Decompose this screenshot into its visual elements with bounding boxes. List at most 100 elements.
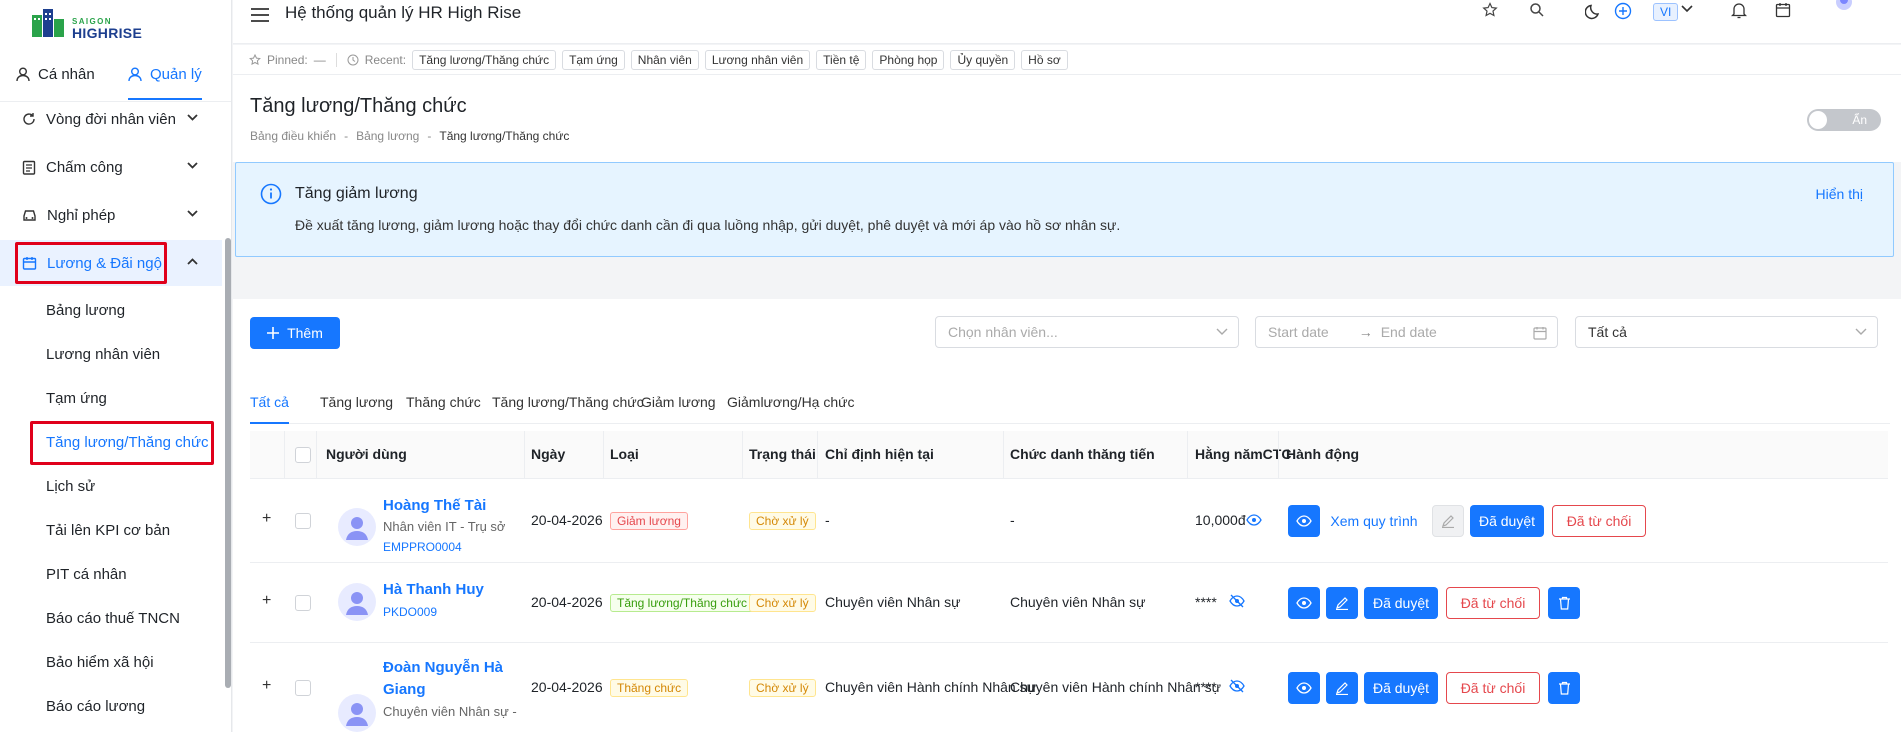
tab-raise-promotion[interactable]: Tăng lương/Thăng chức (492, 394, 644, 410)
row-checkbox[interactable] (295, 680, 311, 696)
language-select[interactable]: VI (1653, 3, 1679, 21)
date-range-picker[interactable]: Start date → End date (1255, 316, 1558, 348)
column-header[interactable]: Loại (610, 446, 639, 462)
sidebar-scrollbar[interactable] (225, 238, 231, 688)
reject-button[interactable]: Đã từ chối (1446, 672, 1540, 704)
approve-button[interactable]: Đã duyệt (1470, 505, 1544, 537)
reject-button[interactable]: Đã từ chối (1552, 505, 1646, 537)
tab-management[interactable]: Quản lý (128, 66, 202, 100)
expand-row-button[interactable]: + (262, 510, 271, 528)
star-icon[interactable] (1482, 2, 1498, 18)
recent-chip[interactable]: Hồ sơ (1021, 49, 1068, 70)
sidebar-item-employee-salary[interactable]: Lương nhân viên (46, 346, 160, 363)
sidebar-item-history[interactable]: Lịch sử (46, 478, 95, 495)
breadcrumb-item[interactable]: Bảng lương (356, 129, 419, 143)
sidebar-item-pit-report[interactable]: Báo cáo thuế TNCN (46, 610, 180, 627)
eye-icon[interactable] (1246, 514, 1262, 526)
edit-button[interactable] (1326, 672, 1358, 704)
tab-raise[interactable]: Tăng lương (320, 394, 393, 410)
status-select[interactable]: Tất cả (1575, 316, 1878, 348)
employee-code[interactable]: EMPPRO0004 (383, 540, 462, 554)
user-name-link[interactable]: Hoàng Thế Tài (383, 497, 486, 514)
employee-code[interactable]: PKDO009 (383, 605, 437, 619)
tab-personal[interactable]: Cá nhân (16, 66, 95, 83)
expand-row-button[interactable]: + (262, 677, 271, 695)
view-button[interactable] (1288, 587, 1320, 619)
current-title: - (825, 512, 830, 528)
column-header[interactable]: Chức danh thăng tiến (1010, 446, 1155, 462)
recent-chip[interactable]: Tạm ứng (562, 49, 625, 70)
reject-button[interactable]: Đã từ chối (1446, 587, 1540, 619)
user-name-link[interactable]: Giang (383, 681, 426, 698)
user-department: Nhân viên IT - Trụ sở (383, 519, 506, 534)
start-date-input[interactable]: Start date (1268, 324, 1329, 340)
eye-off-icon[interactable] (1229, 594, 1245, 608)
column-header[interactable]: Người dùng (326, 446, 407, 462)
tab-management-label: Quản lý (150, 66, 202, 83)
tab-all[interactable]: Tất cả (250, 394, 289, 424)
add-button[interactable]: Thêm (250, 317, 340, 349)
column-header[interactable]: Chỉ định hiện tại (825, 446, 934, 462)
sidebar-item-social-insurance[interactable]: Bảo hiểm xã hội (46, 654, 154, 671)
row-checkbox[interactable] (295, 595, 311, 611)
recent-chip[interactable]: Lương nhân viên (704, 49, 811, 70)
view-process-link[interactable]: Xem quy trình (1326, 505, 1422, 537)
hide-toggle[interactable]: Ẩn (1807, 109, 1881, 131)
avatar[interactable] (1833, 0, 1855, 14)
end-date-input[interactable]: End date (1381, 324, 1437, 340)
sidebar-item-payroll[interactable]: Bảng lương (46, 302, 125, 319)
star-icon (249, 53, 261, 65)
logo[interactable]: SAIGON HIGHRISE (30, 4, 160, 42)
recent-chip[interactable]: Tiền tệ (816, 49, 867, 70)
sidebar-item-kpi-upload[interactable]: Tải lên KPI cơ bản (46, 522, 170, 539)
sidebar-item-personal-pit[interactable]: PIT cá nhân (46, 566, 127, 583)
promoted-title: Chuyên viên Nhân sự (1010, 594, 1146, 610)
recent-chip[interactable]: Ủy quyền (950, 49, 1016, 70)
edit-button-disabled[interactable] (1432, 505, 1464, 537)
approve-button[interactable]: Đã duyệt (1364, 587, 1438, 619)
chevron-up-icon (187, 258, 198, 265)
chevron-down-icon (1855, 328, 1867, 335)
chevron-down-icon[interactable] (1681, 5, 1693, 13)
recent-chip[interactable]: Tăng lương/Thăng chức (412, 49, 557, 70)
tab-promotion[interactable]: Thăng chức (406, 394, 481, 410)
eye-off-icon[interactable] (1229, 679, 1245, 693)
row-checkbox[interactable] (295, 513, 311, 529)
tab-decrease-demotion[interactable]: Giảmlương/Hạ chức (727, 394, 855, 410)
column-header[interactable]: Hằng nămCTC (1195, 446, 1291, 462)
calendar-icon[interactable] (1775, 2, 1791, 18)
breadcrumb-current: Tăng lương/Thăng chức (439, 129, 570, 143)
breadcrumb-item[interactable]: Bảng điều khiển (250, 129, 336, 143)
show-link[interactable]: Hiển thị (1816, 186, 1863, 202)
sidebar-item-employee-lifecycle[interactable]: Vòng đời nhân viên (0, 96, 222, 142)
add-circle-icon[interactable] (1614, 2, 1632, 20)
alert-title: Tăng giảm lương (295, 185, 418, 202)
delete-button[interactable] (1548, 672, 1580, 704)
sidebar-item-leave[interactable]: Nghỉ phép (0, 192, 222, 238)
sidebar-item-salary-report[interactable]: Báo cáo lương (46, 698, 145, 715)
sidebar-item-attendance[interactable]: Chấm công (0, 144, 222, 190)
column-header[interactable]: Trạng thái (749, 446, 816, 462)
select-all-checkbox[interactable] (295, 447, 311, 463)
sidebar-item-advance[interactable]: Tạm ứng (46, 390, 107, 407)
recent-chip[interactable]: Phòng họp (872, 49, 945, 70)
expand-row-button[interactable]: + (262, 592, 271, 610)
delete-button[interactable] (1548, 587, 1580, 619)
view-button[interactable] (1288, 505, 1320, 537)
bell-icon[interactable] (1731, 2, 1747, 19)
moon-icon[interactable] (1585, 2, 1603, 20)
eye-icon (1296, 515, 1312, 527)
employee-select[interactable]: Chọn nhân viên... (935, 316, 1239, 348)
user-name-link[interactable]: Hà Thanh Huy (383, 581, 484, 598)
user-name-link[interactable]: Đoàn Nguyễn Hà (383, 659, 503, 676)
tab-decrease[interactable]: Giảm lương (641, 394, 716, 410)
trash-icon (1558, 596, 1570, 610)
approve-button[interactable]: Đã duyệt (1364, 672, 1438, 704)
column-header[interactable]: Ngày (531, 446, 565, 462)
search-icon[interactable] (1529, 2, 1545, 18)
highlight-box (15, 242, 167, 284)
recent-chip[interactable]: Nhân viên (630, 49, 699, 70)
menu-icon[interactable] (251, 8, 269, 22)
view-button[interactable] (1288, 672, 1320, 704)
edit-button[interactable] (1326, 587, 1358, 619)
